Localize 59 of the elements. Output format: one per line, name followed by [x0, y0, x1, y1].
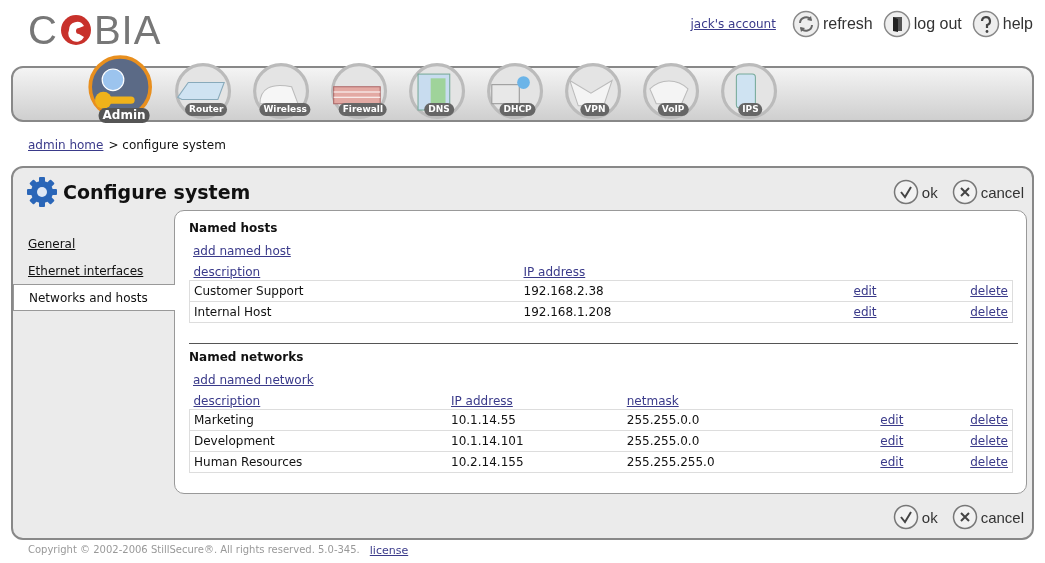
swirl-logo-icon	[58, 12, 93, 48]
logo-text: BIA	[93, 8, 162, 52]
check-icon	[892, 504, 919, 530]
breadcrumb-current: > configure system	[108, 138, 226, 154]
nav-tab[interactable]: Admin	[77, 51, 161, 123]
table-cell: 192.168.1.208	[523, 305, 612, 319]
account-link[interactable]: jack's account	[690, 17, 776, 31]
table-cell: 255.255.0.0	[626, 434, 700, 448]
sidebar-item[interactable]: Networks and hosts	[13, 284, 175, 311]
refresh-button[interactable]: refresh	[791, 10, 873, 38]
table-cell: Marketing	[194, 413, 254, 427]
license-link[interactable]: license	[369, 544, 409, 557]
edit-link[interactable]: edit	[880, 434, 904, 448]
cancel-button[interactable]: cancel	[951, 179, 1024, 205]
column-header[interactable]: description	[193, 264, 261, 279]
table-cell: Internal Host	[194, 305, 272, 319]
help-icon	[971, 10, 1000, 38]
edit-link[interactable]: edit	[853, 284, 877, 298]
add-link[interactable]: add named network	[193, 372, 314, 388]
nav-tab[interactable]: DNS	[399, 60, 473, 122]
table-cell: 10.1.14.55	[451, 413, 516, 427]
gear-icon	[25, 175, 59, 209]
sidebar-item[interactable]: Ethernet interfaces	[13, 257, 174, 284]
breadcrumb-link[interactable]: admin home	[28, 138, 104, 154]
check-icon	[892, 179, 919, 205]
column-header[interactable]: IP address	[451, 393, 513, 408]
cancel-button[interactable]: cancel	[951, 504, 1024, 530]
close-icon	[951, 179, 978, 205]
table-cell: 255.255.0.0	[626, 413, 700, 427]
ok-button[interactable]: ok	[892, 504, 938, 530]
edit-link[interactable]: edit	[853, 305, 877, 319]
door-icon	[882, 10, 911, 38]
edit-link[interactable]: edit	[880, 455, 904, 469]
table-cell: Development	[194, 434, 275, 448]
logo-text: C	[28, 8, 58, 52]
help-button[interactable]: help	[971, 10, 1033, 38]
column-header[interactable]: netmask	[626, 393, 679, 408]
add-link[interactable]: add named host	[193, 243, 291, 259]
column-header[interactable]: IP address	[523, 264, 586, 279]
column-header[interactable]: description	[193, 393, 261, 408]
close-icon	[951, 504, 978, 530]
table-cell: 10.2.14.155	[451, 455, 524, 469]
section-title: Named hosts	[189, 220, 279, 237]
table-cell: 10.1.14.101	[451, 434, 524, 448]
nav-tab[interactable]: Firewall	[321, 60, 395, 122]
page-title: Configure system	[63, 181, 251, 203]
copyright-text: Copyright © 2002-2006 StillSecure®. All rights reserved. 5.0-345.	[28, 544, 360, 557]
table-cell: 192.168.2.38	[523, 284, 604, 298]
table-cell: 255.255.255.0	[626, 455, 715, 469]
nav-tab[interactable]: Router	[165, 60, 239, 122]
ok-button[interactable]: ok	[892, 179, 938, 205]
edit-link[interactable]: edit	[880, 413, 904, 427]
refresh-icon	[791, 10, 820, 38]
table-cell: Customer Support	[194, 284, 304, 298]
logout-button[interactable]: log out	[882, 10, 962, 38]
nav-tab[interactable]: DHCP	[477, 60, 551, 122]
section-title: Named networks	[189, 349, 305, 366]
table-cell: Human Resources	[194, 455, 303, 469]
sidebar-item[interactable]: General	[13, 230, 174, 257]
